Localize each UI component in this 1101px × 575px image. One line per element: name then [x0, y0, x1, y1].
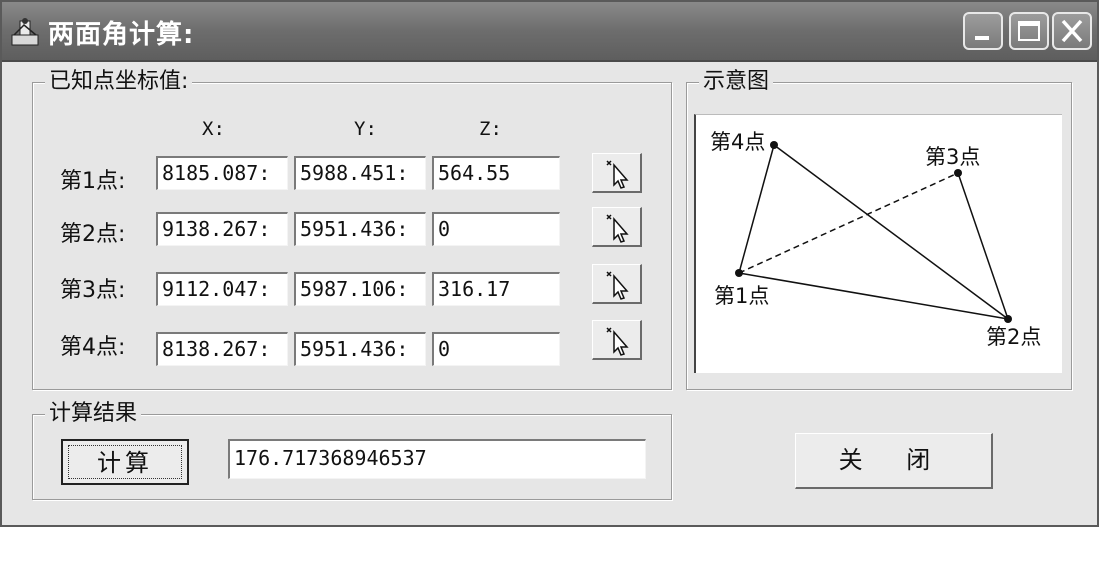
point-1-label: 第1点: [60, 169, 126, 194]
diagram-group-label: 示意图 [699, 68, 774, 96]
point-3-y-field[interactable]: 5987.106: [294, 272, 426, 306]
window-title: 两面角计算: [48, 20, 195, 50]
result-group-label: 计算结果 [45, 400, 142, 428]
point-3-label: 第3点: [60, 278, 126, 303]
point-1-pick-button[interactable] [592, 153, 642, 193]
maximize-icon [1018, 21, 1040, 41]
minimize-button[interactable] [963, 12, 1003, 50]
maximize-button[interactable] [1009, 12, 1049, 50]
point-1-z-field[interactable]: 564.55 [432, 156, 560, 190]
vertex-1-label: 第1点 [714, 284, 769, 308]
dihedral-angle-window: 两面角计算: 已知点坐标值: X: Y: Z: 第1点: 8185.087: 5… [0, 0, 1099, 527]
app-icon [11, 18, 39, 46]
edge-3-2 [957, 172, 1009, 320]
point-3-pick-button[interactable] [592, 264, 642, 304]
vertex-3 [954, 169, 962, 177]
known-points-group-label: 已知点坐标值: [45, 68, 193, 96]
pick-cursor-icon [606, 160, 629, 189]
calculate-button-label: 计算 [68, 445, 182, 479]
point-2-x-field[interactable]: 9138.267: [156, 212, 288, 246]
close-icon [1061, 19, 1083, 43]
x-column-header: X: [202, 118, 225, 140]
vertex-2 [1004, 315, 1012, 323]
point-4-y-field[interactable]: 5951.436: [294, 332, 426, 366]
point-3-x-field[interactable]: 9112.047: [156, 272, 288, 306]
tetrahedron-diagram: 第4点 第3点 第1点 第2点 [694, 114, 1062, 373]
point-2-label: 第2点: [60, 222, 126, 247]
edge-4-1 [738, 144, 775, 274]
close-button[interactable]: 关 闭 [795, 433, 993, 489]
point-1-y-field[interactable]: 5988.451: [294, 156, 426, 190]
edge-4-2 [773, 144, 1009, 320]
pick-cursor-icon [606, 327, 629, 356]
close-window-button[interactable] [1052, 12, 1092, 50]
pick-cursor-icon [606, 271, 629, 300]
point-4-x-field[interactable]: 8138.267: [156, 332, 288, 366]
vertex-4 [770, 141, 778, 149]
point-2-z-field[interactable]: 0 [432, 212, 560, 246]
point-4-pick-button[interactable] [592, 320, 642, 360]
point-4-label: 第4点: [60, 335, 126, 360]
pick-cursor-icon [606, 214, 629, 243]
vertex-1 [735, 269, 743, 277]
minimize-icon [975, 36, 989, 40]
calculate-button[interactable]: 计算 [61, 439, 189, 485]
point-4-z-field[interactable]: 0 [432, 332, 560, 366]
vertex-3-label: 第3点 [925, 145, 980, 169]
y-column-header: Y: [354, 118, 377, 140]
point-3-z-field[interactable]: 316.17 [432, 272, 560, 306]
point-2-pick-button[interactable] [592, 207, 642, 247]
point-1-x-field[interactable]: 8185.087: [156, 156, 288, 190]
vertex-2-label: 第2点 [986, 325, 1041, 349]
z-column-header: Z: [479, 118, 502, 140]
point-2-y-field[interactable]: 5951.436: [294, 212, 426, 246]
vertex-4-label: 第4点 [710, 130, 765, 154]
result-field[interactable]: 176.717368946537 [228, 439, 646, 479]
title-bar[interactable]: 两面角计算: [2, 2, 1097, 62]
edge-1-2 [738, 272, 1009, 320]
